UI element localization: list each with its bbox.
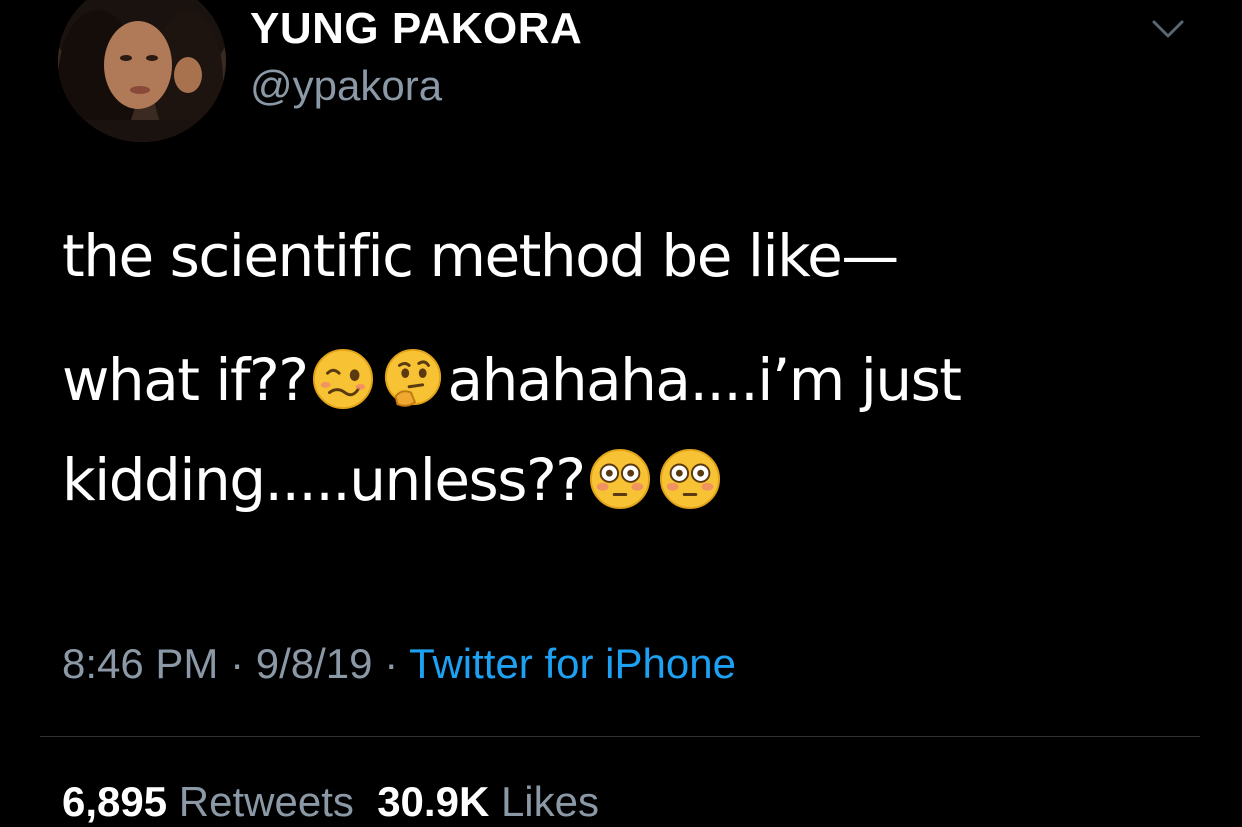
- tweet-text-segment: what if??: [62, 346, 309, 414]
- likes-stat[interactable]: 30.9K Likes: [377, 778, 599, 825]
- tweet-time: 8:46 PM: [62, 640, 219, 687]
- tweet-text-segment: ahahaha....i’m just: [447, 346, 963, 414]
- profile-photo: [58, 0, 226, 142]
- retweets-stat[interactable]: 6,895 Retweets: [62, 778, 354, 825]
- tweet-text-line: kidding.....unless??: [62, 448, 1202, 511]
- avatar[interactable]: [58, 0, 226, 142]
- flushed-face-icon: [659, 448, 721, 510]
- tweet-text-segment: the scientific method be like—: [62, 222, 899, 290]
- tweet-text-line: the scientific method be like—: [62, 225, 1202, 287]
- meta-separator: ·: [218, 640, 256, 687]
- retweets-label: Retweets: [178, 778, 354, 825]
- thinking-face-icon: [382, 348, 444, 410]
- tweet-meta: 8:46 PM · 9/8/19 · Twitter for iPhone: [62, 640, 736, 688]
- likes-label: Likes: [500, 778, 600, 825]
- meta-separator: ·: [372, 640, 410, 687]
- likes-count: 30.9K: [377, 778, 490, 825]
- tweet-stats: 6,895 Retweets 30.9K Likes: [62, 778, 599, 826]
- flushed-face-icon: [589, 448, 651, 510]
- display-name[interactable]: YUNG PAKORA: [250, 4, 582, 54]
- divider: [40, 736, 1200, 737]
- tweet-date: 9/8/19: [255, 640, 373, 687]
- woozy-face-icon: [312, 348, 374, 410]
- chevron-down-icon[interactable]: [1148, 14, 1188, 44]
- user-handle[interactable]: @ypakora: [250, 62, 442, 110]
- retweets-count: 6,895: [62, 778, 168, 825]
- tweet-text-segment: kidding.....unless??: [62, 446, 586, 514]
- tweet-source-link[interactable]: Twitter for iPhone: [409, 640, 736, 687]
- tweet-text-line: what if?? ahahaha....i’m just: [62, 348, 1202, 411]
